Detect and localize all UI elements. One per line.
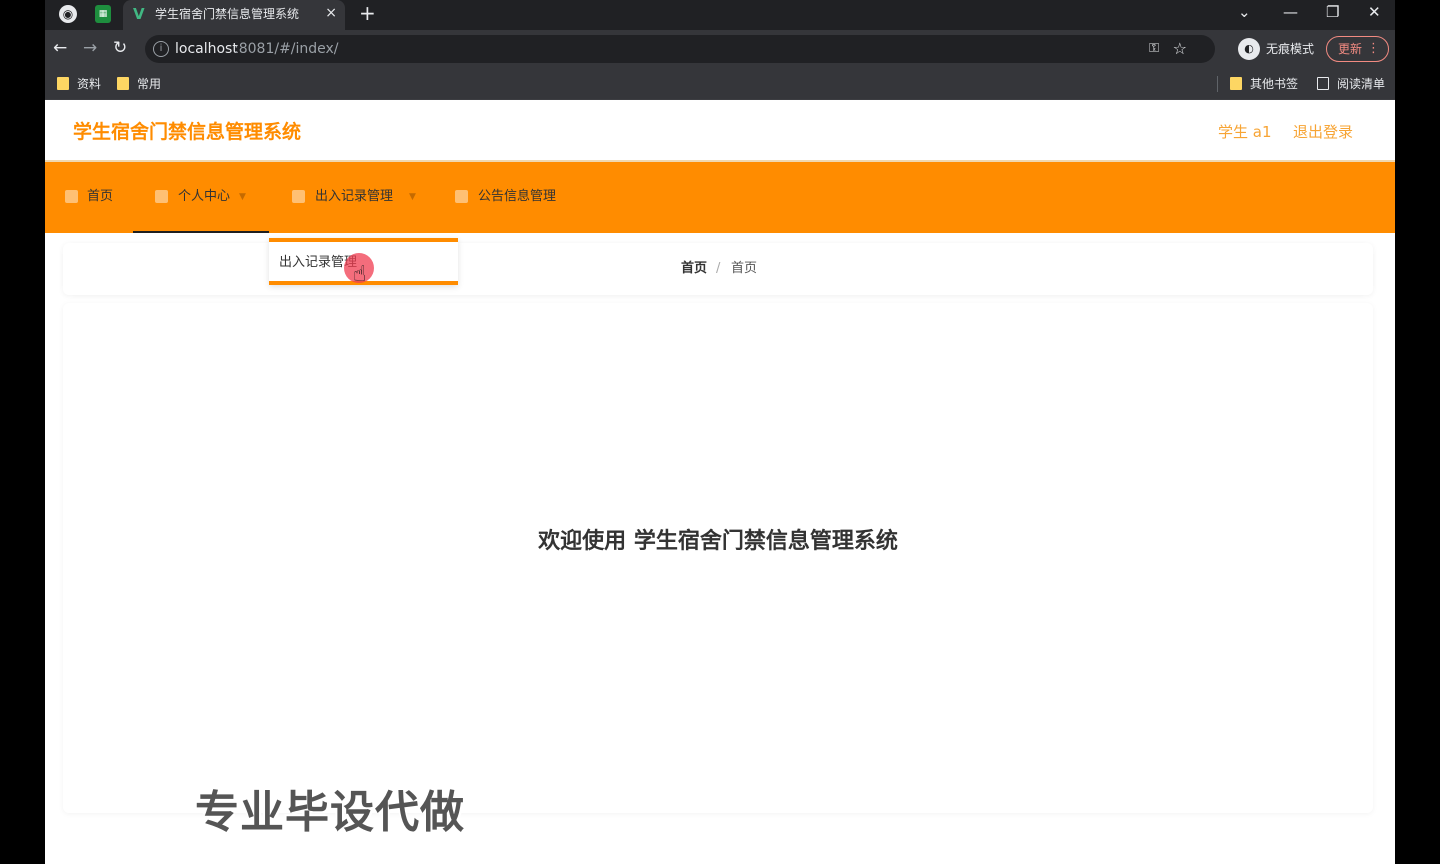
key-icon[interactable]: ⚿	[1149, 40, 1159, 58]
nav-label: 出入记录管理	[315, 189, 394, 204]
tab-search-icon[interactable]: ⌄	[1238, 2, 1251, 22]
incognito-label: 无痕模式	[1266, 42, 1315, 56]
nav-label: 首页	[87, 189, 114, 204]
user-icon	[155, 190, 168, 203]
user-name: 学生 a1	[1218, 123, 1272, 141]
url-host: localhost	[175, 41, 238, 57]
main-nav: 首页 个人中心 ▼ 出入记录管理 ▼ 公告信息管理	[45, 162, 1395, 233]
incognito-icon: ◐	[1238, 38, 1260, 60]
breadcrumb-separator: /	[716, 261, 721, 276]
folder-icon	[1230, 77, 1242, 90]
nav-label: 个人中心	[178, 189, 231, 204]
reading-list-label: 阅读清单	[1337, 77, 1386, 91]
tab-title: 学生宿舍门禁信息管理系统	[155, 7, 300, 21]
bookmark-label: 资料	[77, 77, 102, 91]
minimize-button[interactable]: —	[1283, 2, 1298, 22]
browser-window: ◉ ▦ V 学生宿舍门禁信息管理系统 × + ⌄ — ❐ ✕ ← → ↻ i l…	[45, 0, 1395, 864]
watermark-text: 专业毕设代做	[195, 787, 465, 838]
tab-strip: ◉ ▦ V 学生宿舍门禁信息管理系统 × + ⌄ — ❐ ✕	[45, 0, 1395, 30]
content-panel: 欢迎使用 学生宿舍门禁信息管理系统	[63, 303, 1373, 813]
bookmark-label: 常用	[137, 77, 162, 91]
new-tab-button[interactable]: +	[359, 2, 376, 24]
welcome-text: 欢迎使用 学生宿舍门禁信息管理系统	[538, 529, 898, 554]
update-button[interactable]: 更新 ⋮	[1326, 36, 1389, 62]
web-page: 学生宿舍门禁信息管理系统 学生 a1 退出登录 首页 个人中心 ▼ 出入记录管理	[45, 100, 1395, 864]
restore-button[interactable]: ❐	[1326, 2, 1339, 22]
tab-close-icon[interactable]: ×	[325, 4, 337, 22]
notice-icon	[455, 190, 468, 203]
breadcrumb-current: 首页	[731, 261, 758, 276]
url-path: :8081/#/index/	[234, 41, 339, 57]
vue-logo-icon: V	[133, 5, 145, 23]
home-icon	[65, 190, 78, 203]
logout-link[interactable]: 退出登录	[1293, 122, 1353, 142]
sheets-icon[interactable]: ▦	[95, 5, 111, 23]
other-bookmarks-label: 其他书签	[1250, 77, 1299, 91]
breadcrumb-home[interactable]: 首页	[681, 260, 707, 278]
update-label: 更新	[1338, 42, 1363, 56]
chevron-down-icon: ▼	[409, 192, 416, 202]
app-title: 学生宿舍门禁信息管理系统	[73, 121, 302, 143]
chevron-down-icon: ▼	[239, 192, 246, 202]
more-menu-icon: ⋮	[1367, 41, 1380, 56]
folder-icon	[117, 77, 129, 90]
close-window-button[interactable]: ✕	[1368, 2, 1381, 22]
hand-cursor-icon: ☝	[353, 262, 367, 287]
nav-item-personal-center[interactable]: 个人中心 ▼	[133, 162, 269, 233]
nav-label: 公告信息管理	[478, 189, 557, 204]
folder-icon	[57, 77, 69, 90]
screen: ◉ ▦ V 学生宿舍门禁信息管理系统 × + ⌄ — ❐ ✕ ← → ↻ i l…	[0, 0, 1440, 864]
address-bar[interactable]: i localhost :8081/#/index/ ⚿ ☆	[145, 35, 1215, 63]
app-header: 学生宿舍门禁信息管理系统 学生 a1 退出登录	[45, 100, 1395, 162]
incognito-indicator[interactable]: ◐ 无痕模式	[1238, 37, 1324, 61]
breadcrumb: 首页 / 首页	[63, 243, 1373, 295]
browser-toolbar: ← → ↻ i localhost :8081/#/index/ ⚿ ☆ ◐ 无…	[45, 30, 1395, 68]
back-button[interactable]: ←	[53, 38, 67, 58]
site-info-icon[interactable]: i	[153, 41, 169, 57]
reload-button[interactable]: ↻	[113, 38, 127, 58]
bookmark-star-icon[interactable]: ☆	[1173, 39, 1187, 59]
active-tab[interactable]: V 学生宿舍门禁信息管理系统 ×	[123, 0, 345, 30]
nav-item-home[interactable]: 首页	[45, 162, 133, 233]
bookmarks-bar: 资料 常用 其他书签 阅读清单	[45, 68, 1395, 100]
globe-icon[interactable]: ◉	[59, 5, 77, 23]
grid-icon	[292, 190, 305, 203]
reading-list-icon	[1317, 77, 1329, 90]
nav-item-announcements[interactable]: 公告信息管理	[441, 162, 591, 233]
bookmarks-divider	[1217, 76, 1218, 92]
nav-item-access-records[interactable]: 出入记录管理 ▼	[269, 162, 441, 233]
forward-button[interactable]: →	[83, 38, 97, 58]
